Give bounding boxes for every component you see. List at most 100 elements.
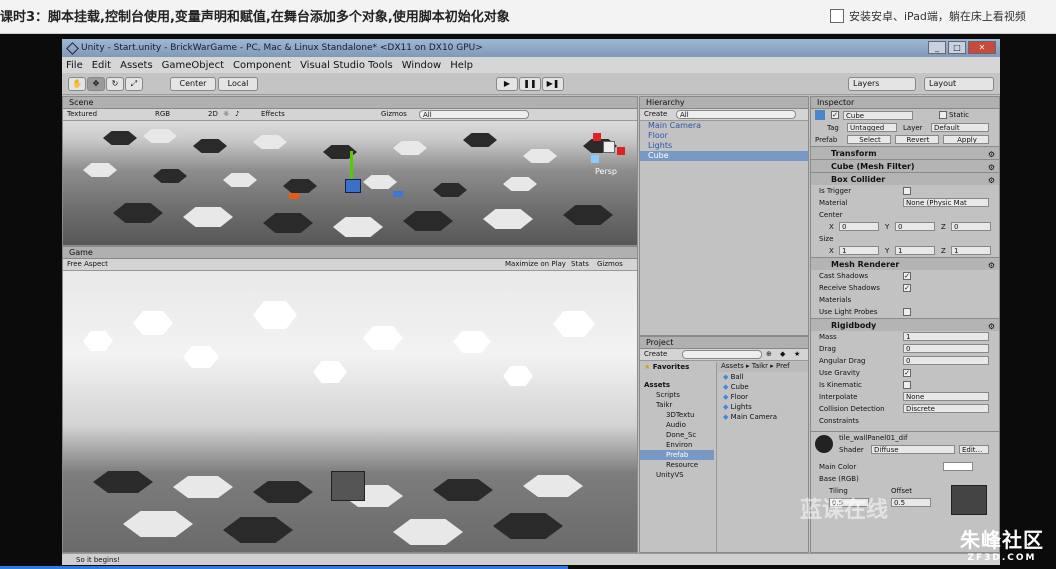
center-y-input[interactable]: 0 bbox=[895, 222, 935, 231]
promo-link[interactable]: 安装安卓、iPad端，躺在床上看视频 bbox=[830, 8, 1052, 24]
prefab-revert-button[interactable]: Revert bbox=[895, 135, 939, 144]
menu-gameobject[interactable]: GameObject bbox=[162, 60, 224, 71]
use-light-probes-checkbox[interactable] bbox=[903, 308, 911, 316]
offset-x-input[interactable]: 0.5 bbox=[891, 498, 931, 507]
tree-item[interactable]: 3DTextu bbox=[640, 410, 714, 420]
object-name-input[interactable]: Cube bbox=[843, 111, 913, 120]
menu-window[interactable]: Window bbox=[402, 60, 441, 71]
move-tool-button[interactable]: ✥ bbox=[87, 77, 105, 91]
angular-drag-input[interactable]: 0 bbox=[903, 356, 989, 365]
file-item[interactable]: Floor bbox=[731, 393, 748, 401]
tab-inspector[interactable]: Inspector bbox=[811, 97, 999, 109]
tab-hierarchy[interactable]: Hierarchy bbox=[640, 97, 808, 109]
tree-item[interactable]: UnityVS bbox=[640, 470, 714, 480]
move-gizmo-icon[interactable] bbox=[289, 151, 403, 201]
checkbox-icon[interactable] bbox=[830, 9, 844, 23]
tree-item[interactable]: Environ bbox=[640, 440, 714, 450]
static-checkbox[interactable] bbox=[939, 111, 947, 119]
is-trigger-checkbox[interactable] bbox=[903, 187, 911, 195]
game-viewport[interactable] bbox=[63, 271, 637, 552]
center-x-input[interactable]: 0 bbox=[839, 222, 879, 231]
color-mode-dropdown[interactable]: RGB bbox=[155, 110, 170, 118]
menu-file[interactable]: File bbox=[66, 60, 83, 71]
shader-dropdown[interactable]: Diffuse bbox=[871, 445, 955, 454]
interpolate-dropdown[interactable]: None bbox=[903, 392, 989, 401]
maximize-button[interactable]: □ bbox=[948, 41, 966, 54]
size-z-input[interactable]: 1 bbox=[951, 246, 991, 255]
size-x-input[interactable]: 1 bbox=[839, 246, 879, 255]
layers-dropdown[interactable]: Layers bbox=[848, 77, 916, 91]
mesh-filter-component-header[interactable]: Cube (Mesh Filter) ⚙ bbox=[811, 159, 999, 172]
tree-item[interactable]: Scripts bbox=[640, 390, 714, 400]
file-item[interactable]: Main Camera bbox=[731, 413, 777, 421]
lighting-icon[interactable]: ☼ bbox=[223, 110, 229, 118]
audio-icon[interactable]: ♪ bbox=[235, 110, 239, 118]
active-checkbox[interactable]: ✓ bbox=[831, 111, 839, 119]
close-button[interactable]: ✕ bbox=[968, 41, 996, 54]
stats-button[interactable]: Stats bbox=[571, 260, 589, 268]
constraints-label[interactable]: Constraints bbox=[819, 417, 859, 425]
center-z-input[interactable]: 0 bbox=[951, 222, 991, 231]
scene-gizmos-dropdown[interactable]: Gizmos bbox=[381, 110, 407, 118]
filter-label-icon[interactable]: ◆ bbox=[780, 350, 785, 358]
rotate-tool-button[interactable]: ↻ bbox=[106, 77, 124, 91]
mesh-renderer-component-header[interactable]: Mesh Renderer ⚙ bbox=[811, 257, 999, 270]
star-icon[interactable]: ★ bbox=[794, 350, 800, 358]
hierarchy-item-selected[interactable]: Cube bbox=[640, 151, 808, 161]
render-mode-dropdown[interactable]: Textured bbox=[67, 110, 97, 118]
scale-tool-button[interactable]: ⤢ bbox=[125, 77, 143, 91]
tab-game[interactable]: Game bbox=[63, 247, 637, 259]
size-y-input[interactable]: 1 bbox=[895, 246, 935, 255]
step-button[interactable]: ▶❚ bbox=[542, 77, 564, 91]
pause-button[interactable]: ❚❚ bbox=[519, 77, 541, 91]
layout-dropdown[interactable]: Layout bbox=[924, 77, 994, 91]
menu-edit[interactable]: Edit bbox=[92, 60, 111, 71]
physic-material-field[interactable]: None (Physic Mat bbox=[903, 198, 989, 207]
toggle-2d-button[interactable]: 2D bbox=[208, 110, 218, 118]
effects-dropdown[interactable]: Effects bbox=[261, 110, 285, 118]
scene-orientation-gizmo-icon[interactable]: Persp bbox=[589, 129, 629, 176]
collision-detection-dropdown[interactable]: Discrete bbox=[903, 404, 989, 413]
use-gravity-checkbox[interactable]: ✓ bbox=[903, 369, 911, 377]
tree-item-selected[interactable]: Prefab bbox=[640, 450, 714, 460]
tab-scene[interactable]: Scene bbox=[63, 97, 637, 109]
maximize-on-play-button[interactable]: Maximize on Play bbox=[505, 260, 566, 268]
shader-edit-button[interactable]: Edit... bbox=[959, 445, 989, 454]
materials-label[interactable]: Materials bbox=[819, 296, 851, 304]
project-search-input[interactable] bbox=[682, 350, 762, 359]
pivot-center-button[interactable]: Center bbox=[170, 77, 216, 91]
scene-viewport[interactable]: Persp bbox=[63, 121, 637, 245]
game-gizmos-dropdown[interactable]: Gizmos bbox=[597, 260, 623, 268]
tree-item[interactable]: Assets bbox=[640, 380, 714, 390]
box-collider-component-header[interactable]: Box Collider ⚙ bbox=[811, 172, 999, 185]
receive-shadows-checkbox[interactable]: ✓ bbox=[903, 284, 911, 292]
scene-search-input[interactable]: All bbox=[419, 110, 529, 119]
hand-tool-button[interactable]: ✋ bbox=[68, 77, 86, 91]
layer-dropdown[interactable]: Default bbox=[931, 123, 989, 132]
rigidbody-component-header[interactable]: Rigidbody ⚙ bbox=[811, 318, 999, 331]
hierarchy-search-input[interactable]: All bbox=[676, 110, 796, 119]
is-kinematic-checkbox[interactable] bbox=[903, 381, 911, 389]
tree-item[interactable]: Taikr bbox=[640, 400, 714, 410]
prefab-apply-button[interactable]: Apply bbox=[943, 135, 989, 144]
pivot-local-button[interactable]: Local bbox=[218, 77, 258, 91]
hierarchy-item[interactable]: Lights bbox=[640, 141, 808, 151]
hierarchy-item[interactable]: Main Camera bbox=[640, 121, 808, 131]
project-create-button[interactable]: Create bbox=[644, 350, 667, 358]
menu-component[interactable]: Component bbox=[233, 60, 291, 71]
cast-shadows-checkbox[interactable]: ✓ bbox=[903, 272, 911, 280]
prefab-select-button[interactable]: Select bbox=[847, 135, 891, 144]
play-button[interactable]: ▶ bbox=[496, 77, 518, 91]
tree-item[interactable]: Resource bbox=[640, 460, 714, 470]
main-color-swatch[interactable] bbox=[943, 462, 973, 471]
tag-dropdown[interactable]: Untagged bbox=[847, 123, 897, 132]
drag-input[interactable]: 0 bbox=[903, 344, 989, 353]
menu-assets[interactable]: Assets bbox=[120, 60, 153, 71]
menu-vstools[interactable]: Visual Studio Tools bbox=[300, 60, 393, 71]
file-item[interactable]: Lights bbox=[731, 403, 752, 411]
filter-type-icon[interactable]: ⊕ bbox=[766, 350, 772, 358]
tab-project[interactable]: Project bbox=[640, 337, 808, 349]
hierarchy-create-button[interactable]: Create bbox=[644, 110, 667, 118]
menu-help[interactable]: Help bbox=[450, 60, 473, 71]
tree-item[interactable]: Audio bbox=[640, 420, 714, 430]
